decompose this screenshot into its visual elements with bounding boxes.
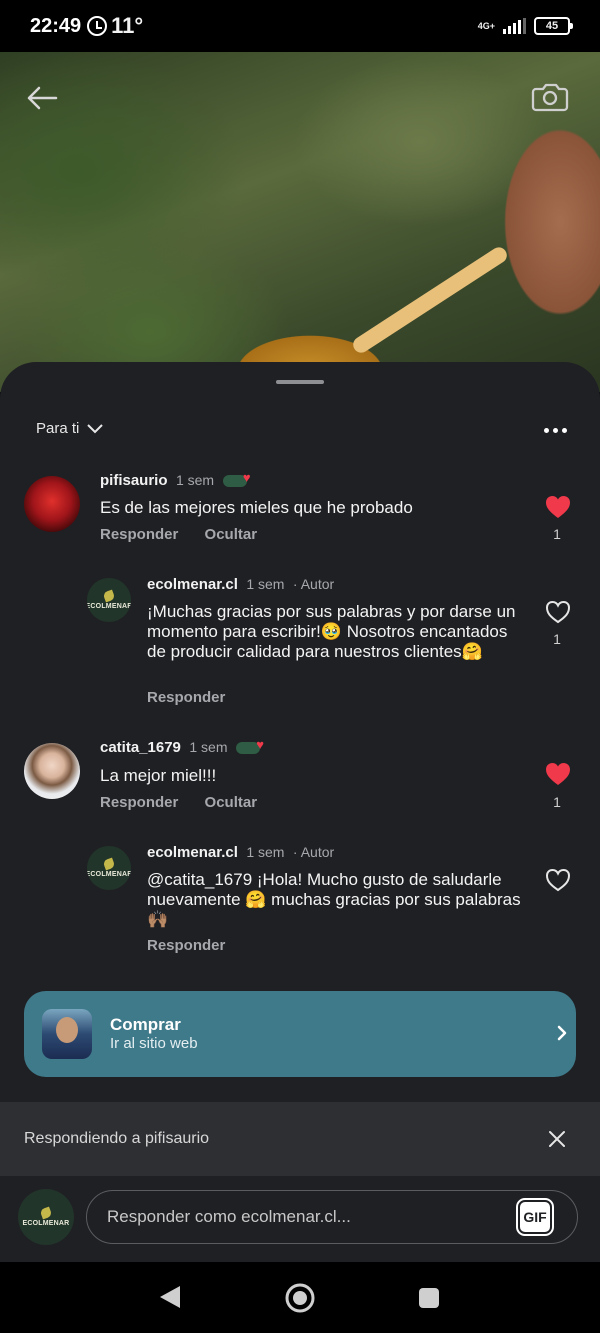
comment-text: ¡Muchas gracias por sus palabras y por d… — [147, 602, 516, 661]
close-icon[interactable] — [548, 1130, 566, 1148]
shop-title: Comprar — [110, 1015, 181, 1034]
heart-icon[interactable] — [544, 494, 572, 520]
heart-icon[interactable] — [544, 867, 572, 893]
logo-text: ECOLMENAR — [87, 870, 131, 878]
comment-time: 1 sem — [189, 739, 228, 755]
comment-actions: Responder Ocultar — [100, 794, 257, 811]
alarm-icon — [87, 16, 108, 36]
comment-username[interactable]: catita_1679 — [100, 739, 181, 756]
status-time: 22:49 — [30, 14, 82, 37]
sort-dropdown[interactable]: Para ti — [36, 420, 104, 437]
post-media — [0, 52, 600, 392]
status-bar: 22:49 11° 4G+ 45 — [0, 0, 600, 52]
system-nav-bar — [0, 1262, 600, 1333]
battery-icon: 45 — [534, 17, 573, 35]
recents-icon[interactable] — [418, 1287, 440, 1309]
shop-banner[interactable]: Comprar Ir al sitio web — [24, 991, 576, 1077]
comment-header: ecolmenar.cl 1 sem · Autor — [147, 576, 334, 594]
author-liked-badge — [235, 737, 264, 754]
comment-time: 1 sem — [246, 844, 285, 860]
reply-input[interactable] — [86, 1190, 578, 1244]
comment-header: catita_1679 1 sem — [100, 737, 264, 757]
chevron-down-icon — [87, 423, 104, 433]
home-icon[interactable] — [284, 1282, 316, 1314]
avatar[interactable] — [24, 476, 80, 532]
comment-username[interactable]: pifisaurio — [100, 472, 168, 489]
heart-icon[interactable] — [544, 599, 572, 625]
comment-actions: Responder — [147, 937, 225, 954]
back-icon[interactable] — [158, 1284, 182, 1310]
comment-time: 1 sem — [175, 472, 215, 488]
drag-handle[interactable] — [276, 380, 324, 384]
status-right: 4G+ 45 — [477, 17, 573, 35]
author-label: · Autor — [292, 844, 335, 860]
comment-actions: Responder — [147, 689, 225, 706]
avatar[interactable]: ECOLMENAR — [87, 578, 131, 622]
comment-text: La mejor miel!!! — [100, 766, 217, 785]
comment-username[interactable]: ecolmenar.cl — [147, 844, 238, 861]
avatar: ECOLMENAR — [18, 1189, 74, 1245]
shop-subtitle: Ir al sitio web — [110, 1035, 198, 1052]
author-liked-badge — [222, 470, 251, 487]
comment-text: Es de las mejores mieles que he probado — [100, 498, 413, 517]
logo-text: ECOLMENAR — [22, 1219, 70, 1227]
like-count: 1 — [553, 631, 561, 647]
heart-icon[interactable] — [544, 761, 572, 787]
comment-time: 1 sem — [246, 576, 285, 592]
shop-avatar — [42, 1009, 92, 1059]
signal-icon — [503, 18, 526, 34]
network-type: 4G+ — [477, 20, 495, 31]
hide-button[interactable]: Ocultar — [205, 526, 258, 543]
reply-button[interactable]: Responder — [147, 689, 225, 706]
avatar[interactable]: ECOLMENAR — [87, 846, 131, 890]
camera-icon[interactable] — [530, 76, 570, 116]
comment-header: pifisaurio 1 sem — [100, 470, 251, 490]
avatar[interactable] — [24, 743, 80, 799]
more-icon[interactable] — [544, 428, 567, 433]
comment-text: @catita_1679 ¡Hola! Mucho gusto de salud… — [147, 870, 521, 929]
comment-username[interactable]: ecolmenar.cl — [147, 576, 238, 593]
back-arrow-icon[interactable] — [24, 80, 60, 116]
like-count: 1 — [553, 794, 561, 810]
reply-button[interactable]: Responder — [100, 526, 178, 543]
gif-button[interactable]: GIF — [516, 1198, 554, 1236]
reply-button[interactable]: Responder — [100, 794, 178, 811]
replying-bar: Respondiendo a pifisaurio — [0, 1102, 600, 1176]
hide-button[interactable]: Ocultar — [205, 794, 258, 811]
chevron-right-icon — [557, 1025, 567, 1041]
composer: ECOLMENAR GIF — [0, 1176, 600, 1262]
like-count: 1 — [553, 526, 561, 542]
logo-text: ECOLMENAR — [87, 602, 131, 610]
honey-dipper — [350, 244, 510, 356]
status-temperature: 11° — [111, 13, 144, 38]
reply-button[interactable]: Responder — [147, 937, 225, 954]
comment-header: ecolmenar.cl 1 sem · Autor — [147, 844, 334, 862]
author-label: · Autor — [292, 576, 335, 592]
replying-text: Respondiendo a pifisaurio — [24, 1130, 210, 1147]
comment-actions: Responder Ocultar — [100, 526, 257, 543]
sort-label: Para ti — [36, 420, 80, 437]
